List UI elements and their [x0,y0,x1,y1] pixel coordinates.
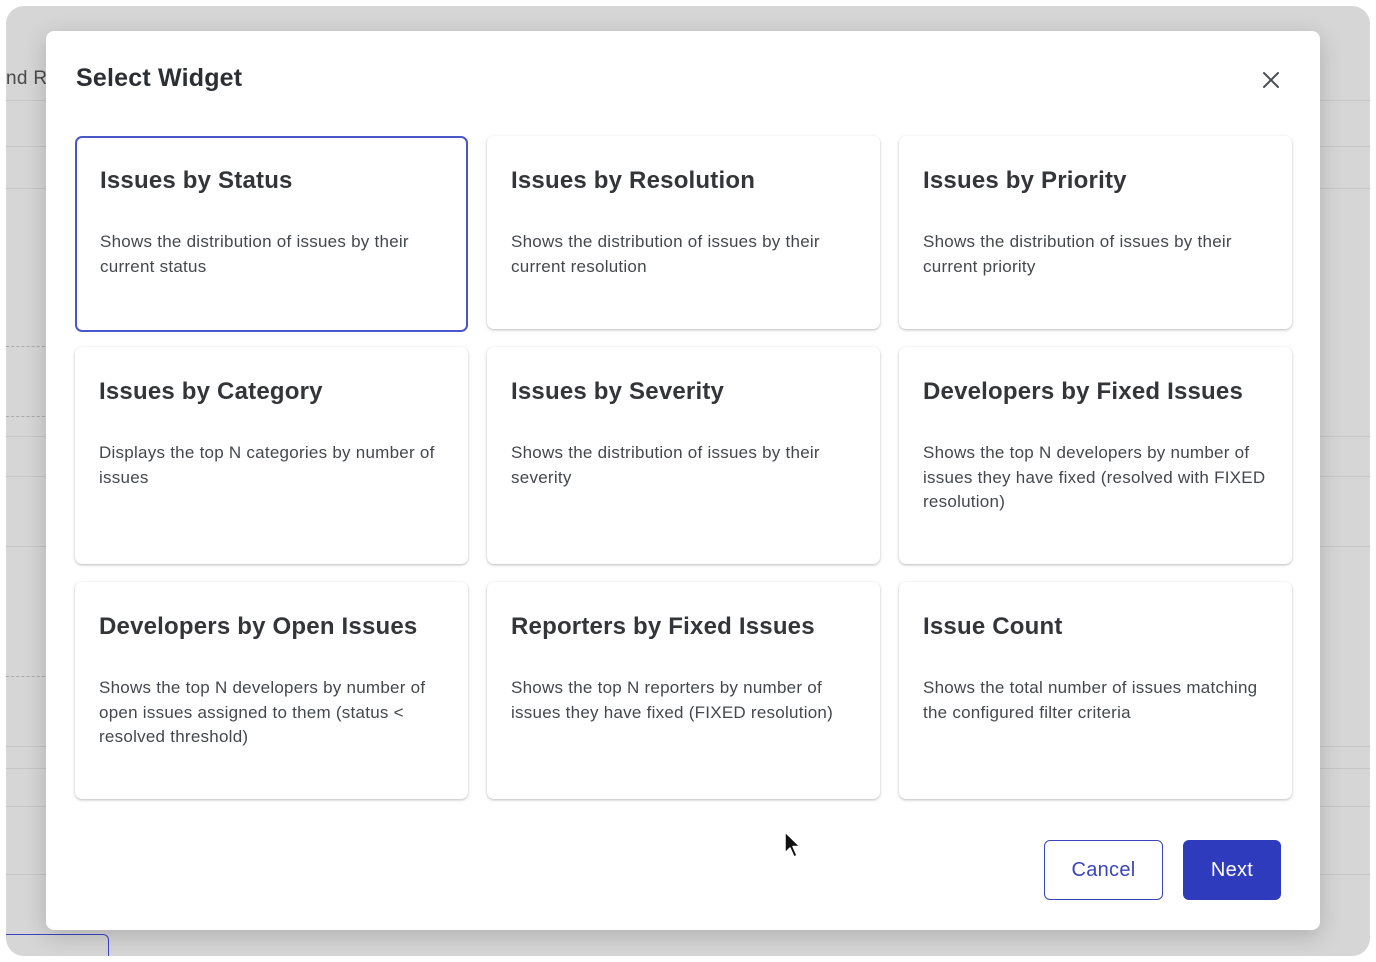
widget-card-developers-by-fixed-issues[interactable]: Developers by Fixed Issues Shows the top… [899,347,1292,564]
widget-card-title: Developers by Open Issues [99,613,418,640]
background-dashed-line [6,346,50,347]
widget-card-title: Issues by Category [99,378,323,405]
widget-card-reporters-by-fixed-issues[interactable]: Reporters by Fixed Issues Shows the top … [487,582,880,799]
close-button[interactable] [1256,65,1286,95]
widget-card-title: Reporters by Fixed Issues [511,613,815,640]
next-button[interactable]: Next [1183,840,1281,900]
widget-card-description: Shows the distribution of issues by thei… [100,232,409,276]
widget-card-issues-by-status[interactable]: Issues by Status Shows the distribution … [75,136,468,332]
close-icon [1263,72,1279,88]
widget-card-description: Shows the distribution of issues by thei… [511,443,820,487]
widget-card-title: Developers by Fixed Issues [923,378,1244,405]
widget-card-description: Shows the distribution of issues by thei… [511,232,820,276]
widget-card-title: Issues by Resolution [511,167,756,194]
widget-card-issues-by-category[interactable]: Issues by Category Displays the top N ca… [75,347,468,564]
widget-card-title: Issues by Severity [511,378,725,405]
widget-card-description: Displays the top N categories by number … [99,443,435,487]
widget-card-description: Shows the total number of issues matchin… [923,678,1258,722]
widget-card-title: Issue Count [923,613,1063,640]
widget-card-description: Shows the top N developers by number of … [923,443,1266,511]
widget-card-title: Issues by Status [100,167,293,194]
background-tab [6,934,109,956]
mouse-pointer-icon [784,831,801,858]
widget-card-issues-by-priority[interactable]: Issues by Priority Shows the distributio… [899,136,1292,329]
background-partial-text: nd R [6,68,48,89]
widget-card-developers-by-open-issues[interactable]: Developers by Open Issues Shows the top … [75,582,468,799]
widget-card-description: Shows the top N reporters by number of i… [511,678,834,722]
widget-card-title: Issues by Priority [923,167,1127,194]
select-widget-dialog: Select Widget Issues by Status Shows the… [46,31,1320,930]
widget-card-issue-count[interactable]: Issue Count Shows the total number of is… [899,582,1292,799]
cancel-button[interactable]: Cancel [1044,840,1163,900]
widget-card-issues-by-resolution[interactable]: Issues by Resolution Shows the distribut… [487,136,880,329]
widget-card-description: Shows the distribution of issues by thei… [923,232,1232,276]
widget-card-issues-by-severity[interactable]: Issues by Severity Shows the distributio… [487,347,880,564]
dialog-title: Select Widget [76,64,243,92]
widget-card-description: Shows the top N developers by number of … [99,678,426,746]
background-dashed-line [6,676,50,677]
background-dashed-line [6,416,50,417]
